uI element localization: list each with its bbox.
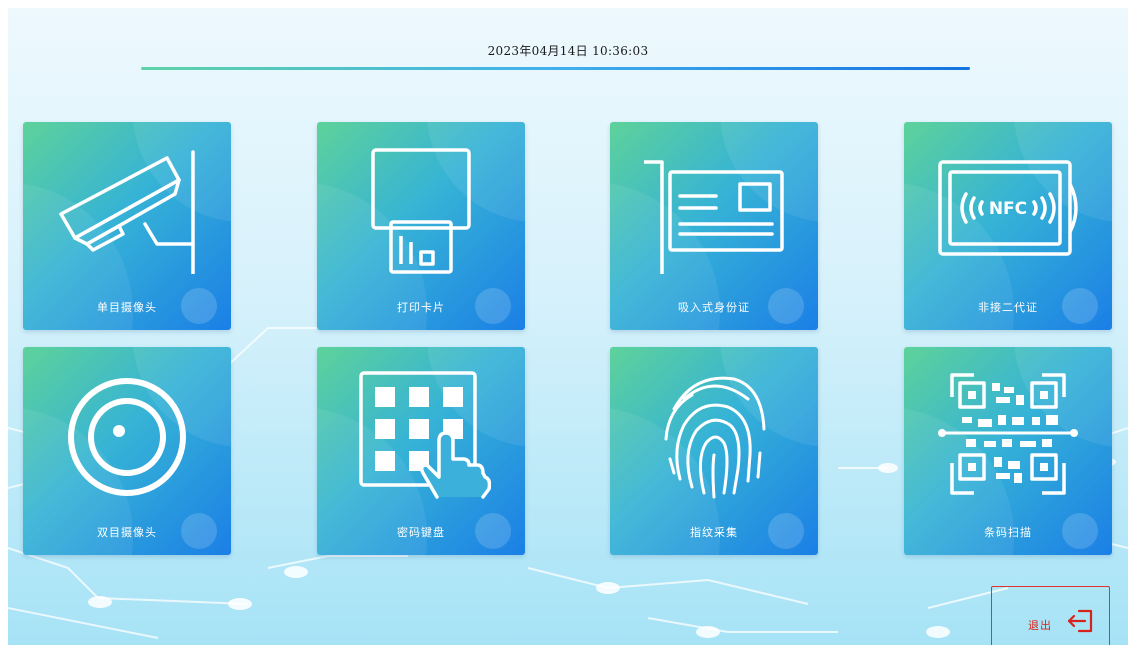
app-screen: 2023年04月14日 10:36:03 单目摄像头 打印卡片 吸入式身份证 N… [8,8,1128,645]
tile-dual-camera[interactable]: 双目摄像头 [23,347,231,555]
tile-fingerprint[interactable]: 指纹采集 [610,347,818,555]
tile-pin-keypad[interactable]: 密码键盘 [317,347,525,555]
security-camera-icon [59,150,195,274]
tile-dot [1062,513,1098,549]
exit-label: 退出 [1028,619,1052,632]
header-divider [141,67,970,70]
card-printer-icon [371,148,471,274]
tile-nfc-card[interactable]: NFC 非接二代证 [904,122,1112,330]
fingerprint-icon [664,376,766,499]
nfc-card-icon: NFC [938,160,1078,256]
tile-id-card-reader[interactable]: 吸入式身份证 [610,122,818,330]
datetime-display: 2023年04月14日 10:36:03 [487,44,649,58]
tile-barcode-scan[interactable]: 条码扫描 [904,347,1112,555]
keypad-icon [359,371,491,499]
tile-dot [475,288,511,324]
tile-dot [181,288,217,324]
tile-dot [768,288,804,324]
tile-dot [475,513,511,549]
svg-text:NFC: NFC [989,199,1027,219]
exit-icon [1067,609,1093,633]
camera-lens-icon [68,378,186,496]
tile-dot [768,513,804,549]
tile-dot [181,513,217,549]
qr-code-scan-icon [938,373,1078,495]
tile-single-camera[interactable]: 单目摄像头 [23,122,231,330]
tile-dot [1062,288,1098,324]
tile-print-card[interactable]: 打印卡片 [317,122,525,330]
exit-button[interactable]: 退出 [991,586,1110,645]
id-card-reader-icon [644,160,784,274]
